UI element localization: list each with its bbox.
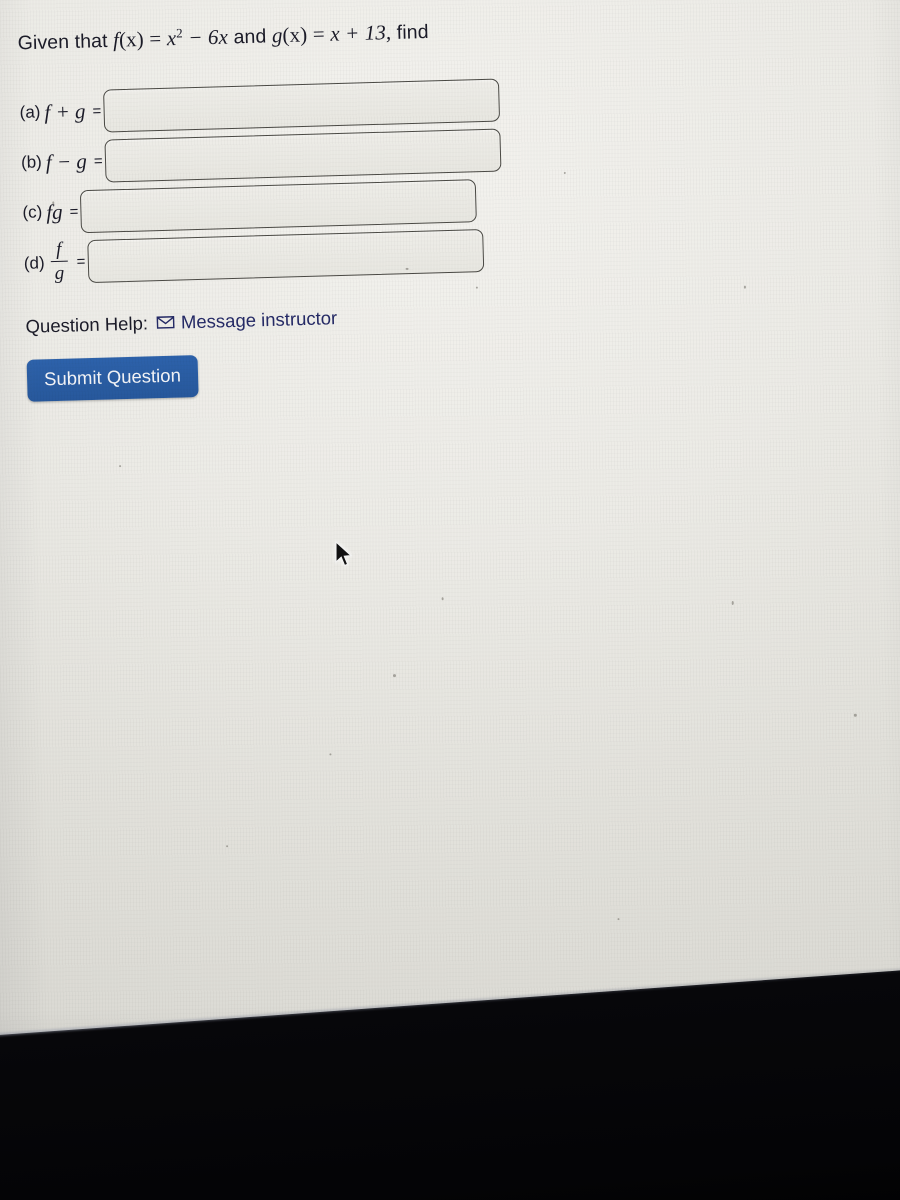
answer-row-b: (b) f − g =: [20, 124, 641, 184]
equals-1: =: [148, 26, 162, 51]
answer-wrap-a: [102, 78, 500, 133]
part-equals-d: =: [76, 253, 86, 271]
answer-row-d: (d) f g =: [23, 224, 644, 286]
f-arg: (x): [118, 26, 145, 52]
answer-row-a: (a) f + g =: [19, 74, 640, 134]
fraction-denominator: g: [54, 263, 65, 285]
photo-of-screen: Given that f(x) = x2 − 6x and g(x) = x +…: [0, 0, 900, 1200]
part-equals-a: =: [92, 102, 102, 120]
part-label-b: (b) f − g =: [21, 148, 105, 175]
question-help-row: Question Help: Message instructor: [25, 298, 645, 337]
dust-speck: [743, 285, 746, 289]
answer-input-d[interactable]: [86, 229, 484, 284]
question-content: Given that f(x) = x2 − 6x and g(x) = x +…: [17, 13, 647, 402]
equals-2: =: [312, 21, 326, 47]
dust-speck: [392, 674, 397, 678]
fraction-f-over-g: f g: [50, 238, 68, 285]
g-arg: (x): [282, 22, 308, 48]
fraction-bar: [50, 260, 68, 263]
part-expr-b: f − g: [45, 148, 88, 174]
answer-input-b[interactable]: [103, 128, 502, 183]
dust-speck: [441, 597, 444, 601]
problem-statement: Given that f(x) = x2 − 6x and g(x) = x +…: [17, 13, 637, 56]
dust-speck: [853, 713, 857, 717]
answer-input-c[interactable]: [79, 178, 477, 233]
dust-speck: [226, 845, 229, 848]
answer-wrap-c: [79, 178, 477, 233]
dust-speck: [731, 600, 734, 605]
answer-input-a[interactable]: [102, 78, 500, 133]
message-instructor-link[interactable]: Message instructor: [156, 306, 338, 334]
dust-speck: [119, 465, 122, 468]
question-help-label: Question Help:: [25, 312, 149, 337]
answer-row-c: (c) fg =: [22, 174, 643, 234]
fraction-numerator: f: [55, 238, 62, 260]
g-name: g: [271, 23, 283, 48]
part-label-c: (c) fg =: [22, 199, 81, 226]
dust-speck: [329, 753, 332, 756]
part-equals-c: =: [69, 202, 79, 221]
part-label-d: (d) f g =: [23, 238, 88, 286]
submit-question-button[interactable]: Submit Question: [26, 354, 199, 402]
part-expr-c: fg: [45, 199, 63, 224]
answer-wrap-d: [86, 229, 484, 284]
f-term-2: − 6x: [188, 24, 229, 50]
problem-lead: Given that: [17, 29, 108, 55]
part-tag-d: (d): [23, 252, 45, 273]
part-tag-a: (a): [19, 102, 41, 122]
conjunction: and: [233, 25, 267, 49]
part-equals-b: =: [93, 152, 103, 170]
problem-tail: find: [396, 20, 429, 44]
f-exponent: 2: [175, 25, 183, 41]
part-tag-c: (c): [22, 202, 43, 222]
dust-speck: [617, 918, 620, 921]
screen-surface: Given that f(x) = x2 − 6x and g(x) = x +…: [0, 0, 900, 1130]
part-tag-b: (b): [20, 152, 43, 172]
envelope-icon: [156, 316, 175, 330]
g-body: x + 13,: [329, 20, 392, 46]
part-expr-a: f + g: [44, 98, 86, 124]
part-label-a: (a) f + g =: [19, 98, 103, 125]
message-instructor-label: Message instructor: [180, 306, 338, 333]
answer-wrap-b: [103, 128, 502, 183]
